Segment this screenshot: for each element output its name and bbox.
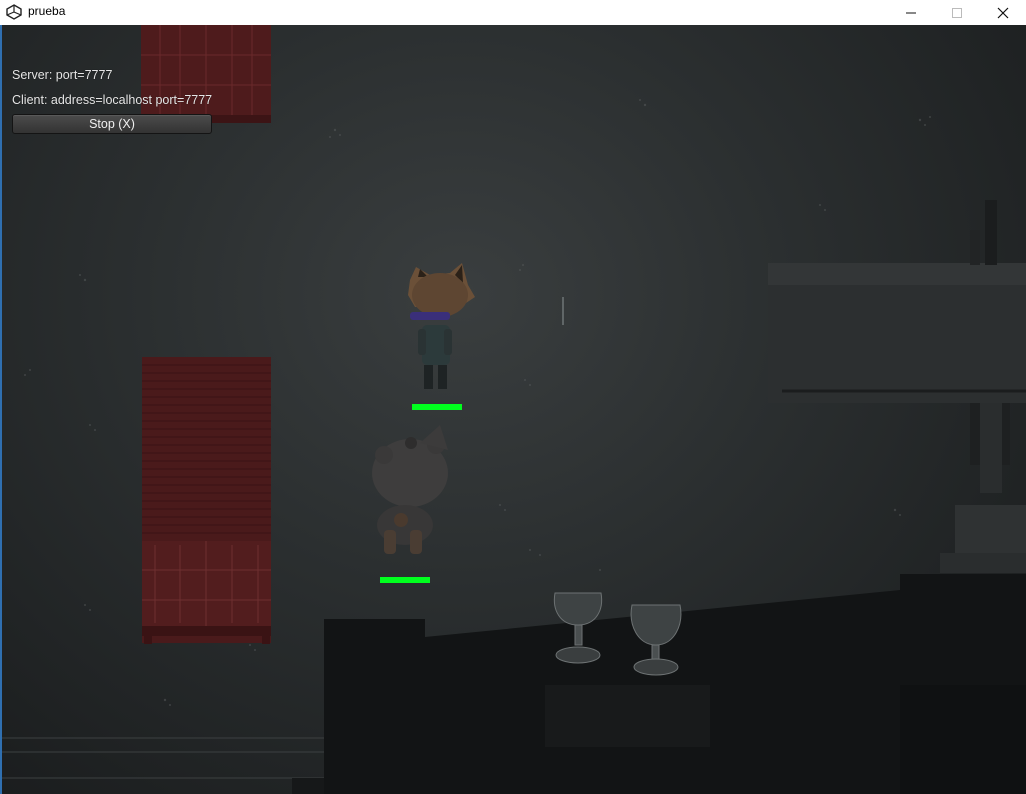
minimize-icon (906, 12, 916, 13)
right-building (768, 200, 1026, 573)
minimize-button[interactable] (888, 0, 934, 25)
bear-character (372, 425, 448, 554)
window-left-edge (0, 25, 2, 794)
maximize-button[interactable] (934, 0, 980, 25)
game-viewport[interactable]: Server: port=7777 Client: address=localh… (0, 25, 1026, 794)
upper-crate (141, 25, 271, 123)
close-icon (997, 7, 1009, 18)
window-title: prueba (28, 4, 66, 18)
window-titlebar: prueba (0, 0, 1026, 26)
close-button[interactable] (980, 0, 1026, 25)
stop-button[interactable]: Stop (X) (12, 114, 212, 134)
maximize-icon (952, 7, 962, 18)
fox-character (408, 263, 475, 389)
bear-health-bar (380, 577, 430, 583)
fox-health-bar (412, 404, 462, 410)
client-status-label: Client: address=localhost port=7777 (12, 93, 213, 107)
floor-strips (0, 737, 324, 779)
lower-crate (142, 357, 271, 644)
server-status-label: Server: port=7777 (12, 68, 113, 82)
game-scene (0, 25, 1026, 794)
unity-icon (6, 4, 22, 20)
